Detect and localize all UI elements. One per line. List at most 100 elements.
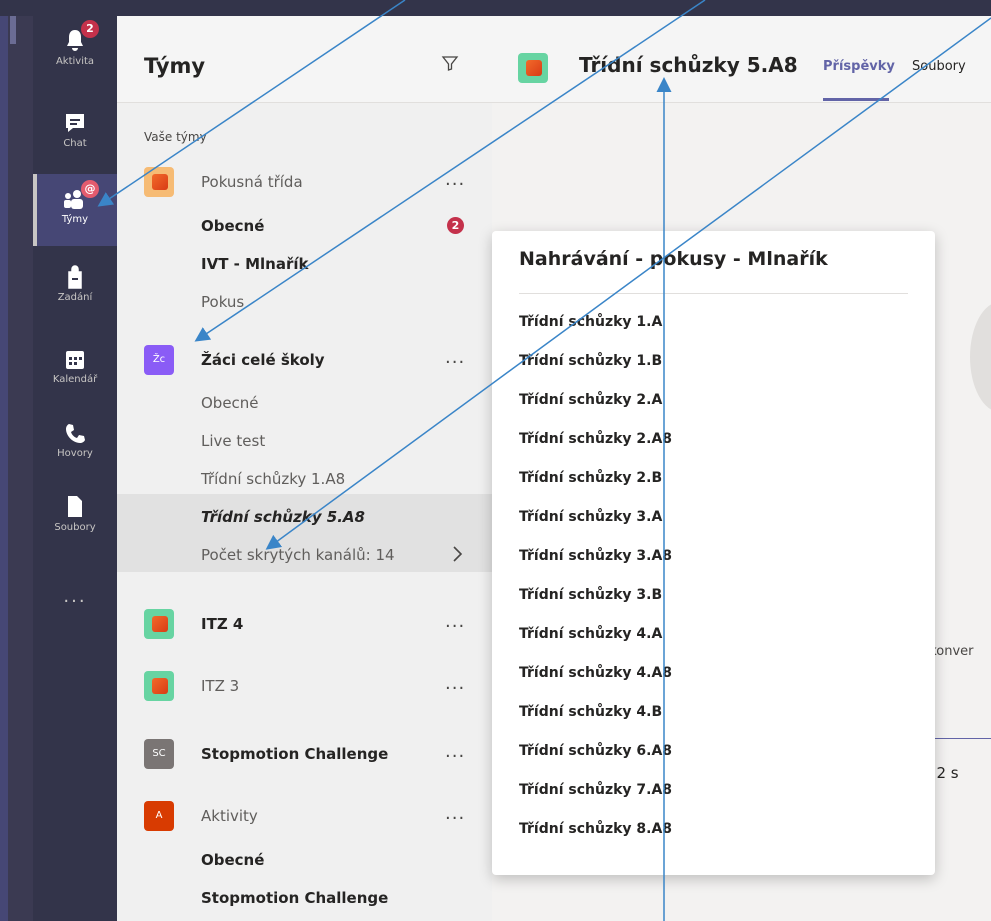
flyout-channel-item[interactable]: Třídní schůzky 1.A [519, 314, 662, 330]
channel-row[interactable]: Obecné 2 [117, 209, 492, 245]
team-avatar [144, 671, 174, 701]
appbar-chat[interactable]: Chat [33, 102, 117, 162]
channel-name: Obecné [201, 851, 265, 869]
team-row[interactable]: ITZ 3 ... [117, 669, 492, 705]
team-name: Stopmotion Challenge [201, 745, 389, 763]
appbar-assignments-label: Zadání [57, 292, 93, 303]
left-edge-inner [8, 16, 33, 921]
appbar-assignments[interactable]: Zadání [33, 256, 117, 316]
channel-row[interactable]: Obecné [117, 386, 492, 422]
team-row[interactable]: Žc Žáci celé školy ... [117, 343, 492, 379]
channel-name: Stopmotion Challenge [201, 889, 389, 907]
app-bar: Aktivita 2 Chat Týmy @ Zadání Kalendář H… [33, 16, 117, 921]
appbar-calendar[interactable]: Kalendář [33, 340, 117, 400]
appbar-calls[interactable]: Hovory [33, 414, 117, 474]
teams-header: Týmy [117, 16, 492, 103]
team-avatar-initials: A [155, 810, 163, 821]
more-options-button[interactable]: ... [445, 741, 465, 762]
chevron-right-icon [453, 546, 463, 562]
flyout-channel-item[interactable]: Třídní schůzky 2.A8 [519, 431, 672, 447]
flyout-divider [519, 293, 908, 294]
team-name: ITZ 4 [201, 615, 244, 633]
flyout-channel-item[interactable]: Třídní schůzky 4.A [519, 626, 662, 642]
filter-icon[interactable] [441, 54, 459, 72]
team-avatar-initials: SC [152, 748, 166, 759]
channel-name: IVT - Mlnařík [201, 255, 309, 273]
channel-row[interactable]: Pokus [117, 285, 492, 321]
team-avatar: A [144, 801, 174, 831]
team-row[interactable]: ITZ 4 ... [117, 607, 492, 643]
flyout-channel-item[interactable]: Třídní schůzky 3.A [519, 509, 662, 525]
team-name: ITZ 3 [201, 677, 240, 695]
appbar-chat-label: Chat [63, 138, 87, 149]
channel-row[interactable]: IVT - Mlnařík [117, 247, 492, 283]
flyout-channel-item[interactable]: Třídní schůzky 2.B [519, 470, 662, 486]
flyout-channel-item[interactable]: Třídní schůzky 2.A [519, 392, 662, 408]
team-name: Aktivity [201, 807, 258, 825]
appbar-activity[interactable]: Aktivita 2 [33, 20, 117, 82]
activity-badge: 2 [81, 20, 99, 38]
files-icon [68, 496, 82, 517]
flyout-channel-item[interactable]: Třídní schůzky 8.A8 [519, 821, 672, 837]
channel-header: Třídní schůzky 5.A8 Příspěvky Soubory [492, 16, 991, 103]
more-options-button[interactable]: ... [445, 169, 465, 190]
more-options-button[interactable]: ... [445, 347, 465, 368]
channel-row[interactable]: Třídní schůzky 1.A8 [117, 462, 492, 498]
phone-icon [66, 424, 85, 443]
team-avatar: SC [144, 739, 174, 769]
channel-title: Třídní schůzky 5.A8 [579, 53, 798, 77]
channel-row[interactable]: Stopmotion Challenge [117, 881, 492, 917]
teams-title: Týmy [144, 54, 206, 78]
channel-row-selected[interactable]: Třídní schůzky 5.A8 [117, 500, 492, 536]
chat-icon [66, 114, 84, 132]
flyout-channel-item[interactable]: Třídní schůzky 6.A8 [519, 743, 672, 759]
hidden-channels-row[interactable]: Počet skrytých kanálů: 14 [117, 538, 492, 574]
channel-avatar [518, 53, 548, 83]
hidden-channels-flyout: Nahrávání - pokusy - Mlnařík Třídní schů… [492, 231, 935, 875]
more-options-button[interactable]: ... [445, 673, 465, 694]
team-avatar [144, 167, 174, 197]
channel-row[interactable]: Live test [117, 424, 492, 460]
appbar-teams-label: Týmy [61, 214, 89, 225]
flyout-channel-item[interactable]: Třídní schůzky 4.A8 [519, 665, 672, 681]
flyout-channel-item[interactable]: Třídní schůzky 4.B [519, 704, 662, 720]
channel-name: Obecné [201, 394, 259, 412]
team-row[interactable]: SC Stopmotion Challenge ... [117, 737, 492, 773]
hidden-channels-label: Počet skrytých kanálů: 14 [201, 546, 395, 564]
unread-badge: 2 [447, 217, 464, 234]
active-tab-underline [823, 98, 889, 101]
team-name: Žáci celé školy [201, 351, 325, 369]
team-name: Pokusná třída [201, 173, 303, 191]
flyout-channel-item[interactable]: Třídní schůzky 3.A8 [519, 548, 672, 564]
more-options-button[interactable]: ... [445, 803, 465, 824]
flyout-channel-item[interactable]: Třídní schůzky 1.B [519, 353, 662, 369]
window-top-strip [0, 0, 991, 16]
flyout-channel-item[interactable]: Třídní schůzky 7.A8 [519, 782, 672, 798]
left-edge-marker [10, 16, 16, 44]
appbar-activity-label: Aktivita [55, 56, 95, 67]
team-row[interactable]: A Aktivity ... [117, 799, 492, 835]
flyout-channel-item[interactable]: Třídní schůzky 3.B [519, 587, 662, 603]
appbar-files[interactable]: Soubory [33, 486, 117, 546]
appbar-teams[interactable]: Týmy @ [33, 174, 117, 246]
team-avatar: Žc [144, 345, 174, 375]
teams-mention-badge: @ [81, 180, 99, 198]
team-avatar-initials: Žc [152, 354, 166, 365]
flyout-title: Nahrávání - pokusy - Mlnařík [519, 248, 828, 270]
channel-name: Obecné [201, 217, 265, 235]
channel-name: Třídní schůzky 5.A8 [201, 508, 365, 526]
appbar-calendar-label: Kalendář [52, 374, 98, 385]
teams-panel: Týmy Vaše týmy Pokusná třída ... Obecné … [117, 16, 493, 921]
tab-posts[interactable]: Příspěvky [823, 59, 895, 74]
appbar-files-label: Soubory [54, 522, 96, 533]
section-label: Vaše týmy [144, 130, 207, 144]
channel-name: Live test [201, 432, 266, 450]
tab-files[interactable]: Soubory [912, 59, 966, 74]
calendar-icon [66, 351, 84, 369]
more-options-button[interactable]: ... [445, 611, 465, 632]
channel-row[interactable]: Obecné [117, 843, 492, 879]
team-row[interactable]: Pokusná třída ... [117, 165, 492, 201]
more-apps-button[interactable]: ... [33, 586, 117, 607]
channel-name: Třídní schůzky 1.A8 [201, 470, 346, 488]
decorative-circle [970, 302, 991, 412]
